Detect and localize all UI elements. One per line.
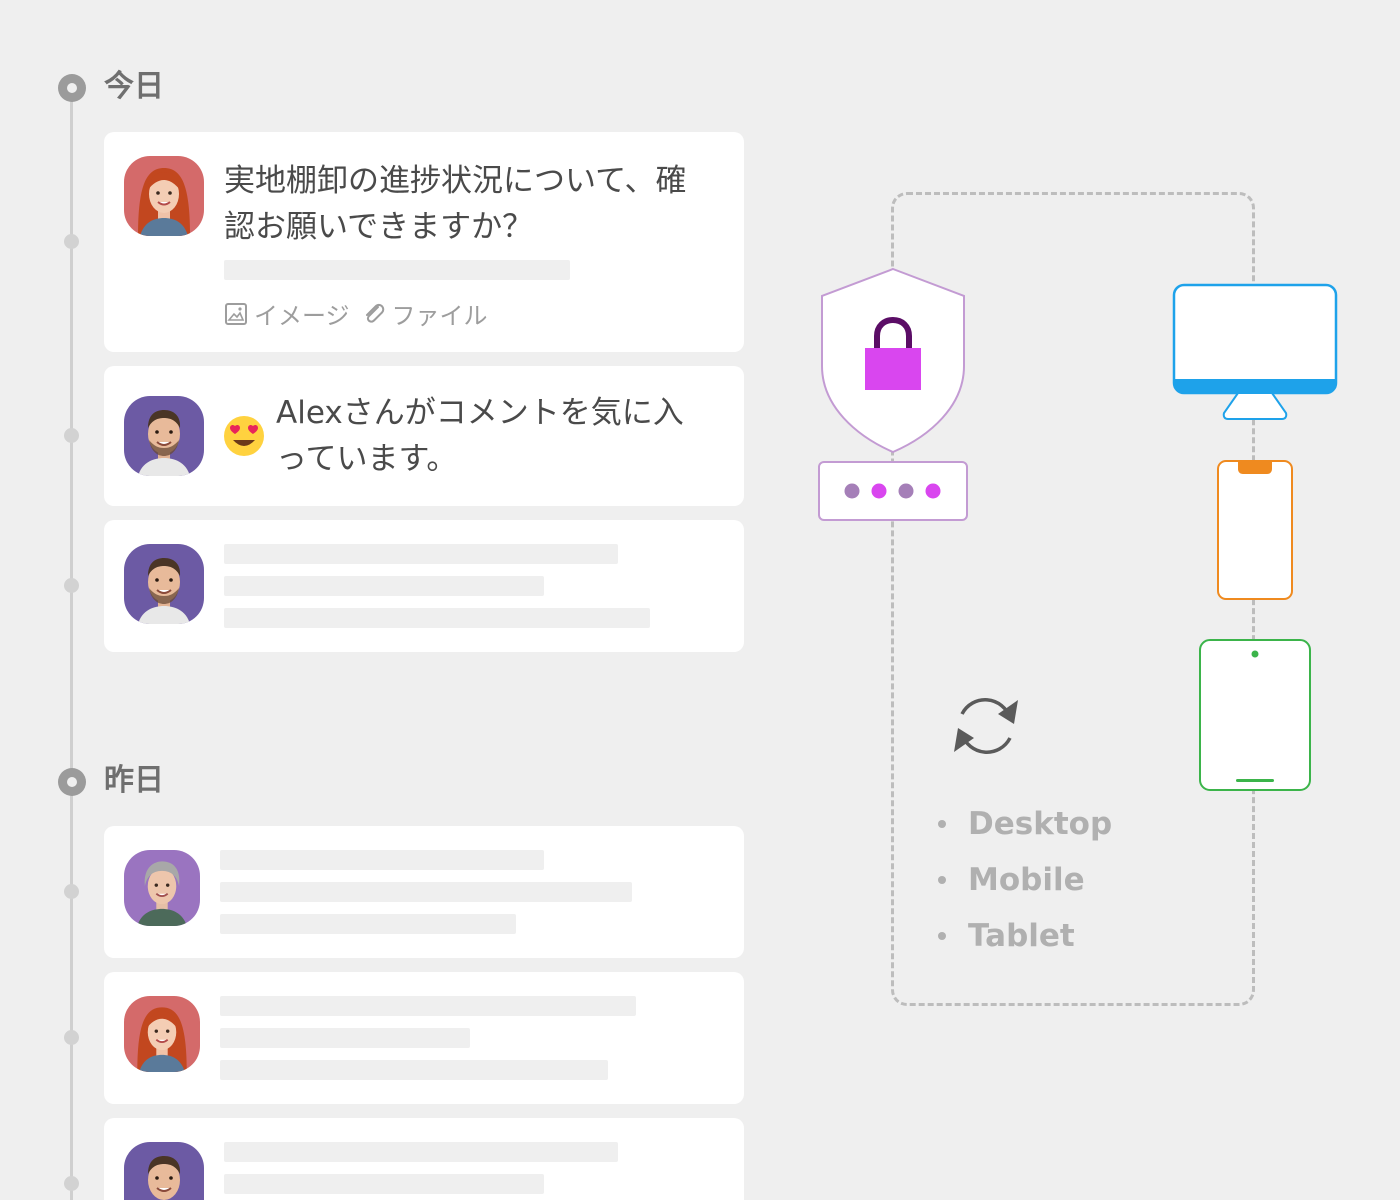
placeholder-bar — [224, 1142, 618, 1162]
section-label-yesterday: 昨日 — [104, 763, 164, 798]
attach-image-button[interactable]: イメージ — [224, 296, 350, 331]
timeline-dot — [64, 428, 79, 443]
placeholder-bar — [220, 996, 636, 1016]
attach-file-button[interactable]: ファイル — [362, 296, 488, 331]
sync-icon — [954, 698, 1018, 754]
device-list: Desktop Mobile Tablet — [938, 796, 1112, 964]
placeholder-bar — [220, 1060, 608, 1080]
placeholder-bar — [224, 608, 650, 628]
device-item-desktop: Desktop — [938, 796, 1112, 852]
skeleton-card[interactable] — [104, 972, 744, 1104]
avatar-woman-red-hair-icon — [124, 996, 200, 1072]
tablet-icon — [1199, 639, 1311, 791]
section-marker-today — [58, 74, 86, 102]
desktop-monitor-icon — [1172, 283, 1338, 420]
avatar-woman-red-hair-icon — [124, 156, 204, 236]
mobile-phone-icon — [1217, 460, 1293, 600]
heart-eyes-emoji-icon — [224, 416, 264, 456]
avatar-man-beard-icon — [124, 544, 204, 624]
avatar-older-woman-icon — [124, 850, 200, 926]
timeline-dot — [64, 578, 79, 593]
timeline-dot — [64, 234, 79, 249]
avatar — [124, 156, 204, 236]
skeleton-card[interactable] — [104, 826, 744, 958]
avatar — [124, 396, 204, 476]
device-item-tablet: Tablet — [938, 908, 1112, 964]
attach-image-label: イメージ — [254, 302, 350, 330]
placeholder-bar — [224, 576, 544, 596]
avatar-man-beard-icon — [124, 396, 204, 476]
timeline-dot — [64, 1176, 79, 1191]
image-icon — [225, 302, 247, 325]
security-shield-icon — [821, 267, 965, 454]
paperclip-icon — [365, 303, 384, 323]
avatar — [124, 996, 200, 1072]
skeleton-card[interactable] — [104, 1118, 744, 1200]
placeholder-bar — [220, 914, 516, 934]
placeholder-bar — [224, 260, 570, 280]
attach-file-label: ファイル — [391, 302, 488, 330]
message-text: 実地棚卸の進捗状況について、確認お願いできますか？ — [224, 163, 687, 245]
like-notification-card[interactable]: Alexさんがコメントを気に入っています。 — [104, 366, 744, 506]
like-notification-text: Alexさんがコメントを気に入っています。 — [276, 395, 684, 477]
skeleton-card[interactable] — [104, 520, 744, 652]
placeholder-bar — [220, 1028, 470, 1048]
placeholder-bar — [224, 1174, 544, 1194]
section-label-today: 今日 — [104, 69, 164, 104]
placeholder-bar — [220, 882, 632, 902]
timeline-dot — [64, 1030, 79, 1045]
avatar — [124, 544, 204, 624]
placeholder-bar — [224, 544, 618, 564]
password-field-icon — [818, 461, 968, 521]
avatar — [124, 1142, 204, 1200]
timeline-dot — [64, 884, 79, 899]
avatar — [124, 850, 200, 926]
message-card[interactable]: 実地棚卸の進捗状況について、確認お願いできますか？ イメージ ファイル — [104, 132, 744, 352]
device-item-mobile: Mobile — [938, 852, 1112, 908]
attachment-row: イメージ ファイル — [224, 296, 488, 331]
section-marker-yesterday — [58, 768, 86, 796]
placeholder-bar — [220, 850, 544, 870]
avatar-man-beard-icon — [124, 1142, 204, 1200]
